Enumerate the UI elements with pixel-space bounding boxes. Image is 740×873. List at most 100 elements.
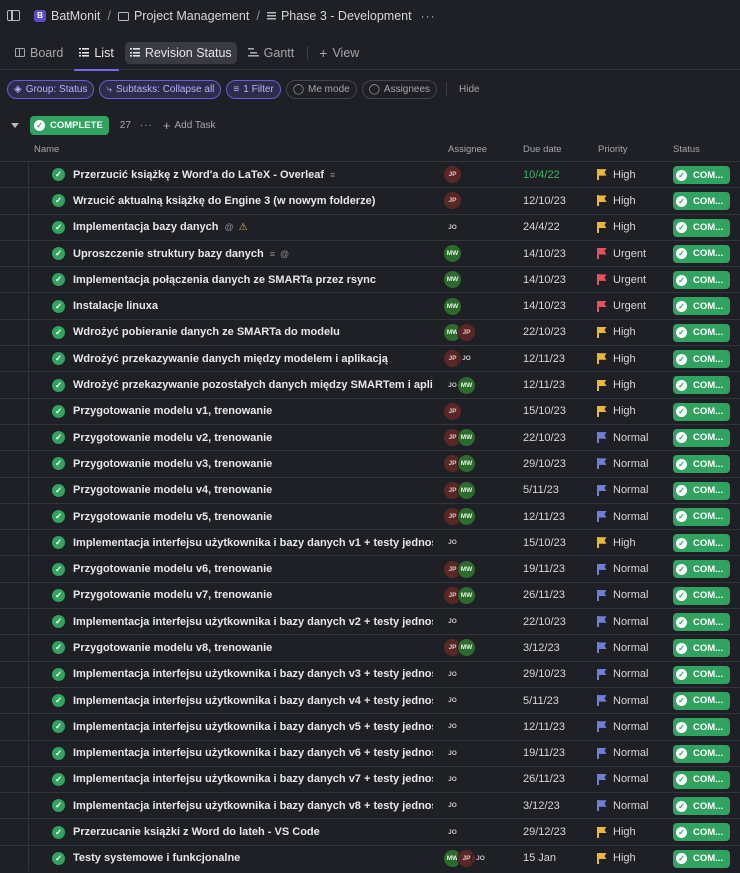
task-status-check-icon[interactable]: ✓: [52, 247, 65, 261]
status-badge[interactable]: ✓ COM...: [673, 665, 730, 684]
task-name[interactable]: Przerzucić książkę z Word'a do LaTeX - O…: [73, 169, 324, 181]
breadcrumb-folder[interactable]: Project Management: [117, 9, 249, 23]
add-task-button[interactable]: + Add Task: [163, 118, 216, 133]
priority-cell[interactable]: Normal: [597, 767, 648, 792]
due-date[interactable]: 22/10/23: [523, 320, 566, 345]
me-mode-button[interactable]: ◯ Me mode: [285, 79, 357, 99]
priority-cell[interactable]: Urgent: [597, 293, 646, 318]
table-row[interactable]: ✓ Implementacja połączenia danych ze SMA…: [0, 266, 740, 293]
table-row[interactable]: ✓ Wdrożyć pobieranie danych ze SMARTa do…: [0, 318, 740, 346]
task-name[interactable]: Przygotowanie modelu v8, trenowanie: [73, 642, 272, 654]
due-date[interactable]: 3/12/23: [523, 635, 560, 660]
priority-cell[interactable]: Normal: [597, 662, 648, 687]
table-row[interactable]: ✓ Przygotowanie modelu v7, trenowanie JP…: [0, 581, 740, 609]
priority-cell[interactable]: High: [597, 846, 636, 871]
priority-cell[interactable]: High: [597, 399, 636, 424]
avatar[interactable]: JO: [443, 769, 462, 789]
table-row[interactable]: ✓ Implementacja interfejsu użytkownika i…: [0, 792, 740, 819]
tab-revision-status[interactable]: Revision Status: [124, 41, 237, 64]
table-row[interactable]: ✓ Wrzucić aktualną książkę do Engine 3 (…: [0, 187, 740, 214]
status-badge[interactable]: ✓ COM...: [673, 192, 730, 211]
task-status-check-icon[interactable]: ✓: [52, 431, 65, 445]
task-name[interactable]: Wdrożyć pobieranie danych ze SMARTa do m…: [73, 326, 340, 338]
task-name[interactable]: Implementacja interfejsu użytkownika i b…: [73, 721, 433, 733]
table-row[interactable]: ✓ Uproszczenie struktury bazy danych ≡ @ …: [0, 239, 740, 267]
table-row[interactable]: ✓ Przerzucanie książki z Word do lateh -…: [0, 818, 740, 845]
assignee-cell[interactable]: JP MW: [443, 451, 476, 476]
task-name[interactable]: Testy systemowe i funkcjonalne: [73, 852, 240, 864]
assignee-cell[interactable]: JP: [443, 188, 462, 213]
task-name[interactable]: Przygotowanie modelu v1, trenowanie: [73, 405, 272, 417]
avatar[interactable]: JO: [443, 717, 462, 737]
due-date[interactable]: 15 Jan: [523, 846, 556, 871]
filter-button[interactable]: ≡ 1 Filter: [226, 79, 281, 99]
avatar[interactable]: JO: [443, 664, 462, 684]
assignee-cell[interactable]: JO: [443, 662, 462, 687]
task-status-check-icon[interactable]: ✓: [52, 273, 65, 287]
priority-cell[interactable]: Normal: [597, 714, 648, 739]
task-name[interactable]: Implementacja interfejsu użytkownika i b…: [73, 668, 433, 680]
task-name[interactable]: Implementacja połączenia danych ze SMART…: [73, 274, 376, 286]
task-status-check-icon[interactable]: ✓: [52, 694, 65, 708]
assignee-cell[interactable]: JO: [443, 714, 462, 739]
priority-cell[interactable]: Urgent: [597, 267, 646, 292]
column-priority[interactable]: Priority: [598, 144, 628, 155]
assignee-cell[interactable]: JO: [443, 767, 462, 792]
assignee-cell[interactable]: MW: [443, 267, 462, 292]
task-status-check-icon[interactable]: ✓: [52, 799, 65, 813]
sidebar-toggle-icon[interactable]: [7, 10, 20, 21]
status-badge[interactable]: ✓ COM...: [673, 218, 730, 237]
assignee-cell[interactable]: JO: [443, 793, 462, 818]
add-view-button[interactable]: + View: [314, 42, 364, 64]
task-name[interactable]: Przygotowanie modelu v3, trenowanie: [73, 458, 272, 470]
table-row[interactable]: ✓ Implementacja interfejsu użytkownika i…: [0, 660, 740, 687]
avatar[interactable]: JP: [457, 322, 476, 342]
due-date[interactable]: 19/11/23: [523, 556, 565, 581]
avatar[interactable]: MW: [443, 270, 462, 290]
status-badge[interactable]: ✓ COM...: [673, 639, 730, 658]
column-status[interactable]: Status: [673, 144, 700, 155]
priority-cell[interactable]: Normal: [597, 478, 648, 503]
table-row[interactable]: ✓ Przygotowanie modelu v1, trenowanie JP…: [0, 397, 740, 424]
priority-cell[interactable]: Normal: [597, 635, 648, 660]
due-date[interactable]: 14/10/23: [523, 267, 566, 292]
assignee-cell[interactable]: MW JP: [443, 320, 476, 345]
avatar[interactable]: JO: [471, 848, 490, 868]
avatar[interactable]: JO: [443, 796, 462, 816]
assignee-cell[interactable]: JO MW: [443, 372, 476, 397]
status-badge[interactable]: ✓ COM...: [673, 297, 730, 316]
due-date[interactable]: 12/11/23: [523, 346, 565, 371]
assignee-cell[interactable]: JP MW: [443, 556, 476, 581]
task-status-check-icon[interactable]: ✓: [52, 299, 65, 313]
status-badge[interactable]: ✓ COM...: [673, 455, 730, 474]
task-status-check-icon[interactable]: ✓: [52, 667, 65, 681]
more-options-icon[interactable]: ···: [421, 9, 436, 23]
task-status-check-icon[interactable]: ✓: [52, 615, 65, 629]
task-name[interactable]: Uproszczenie struktury bazy danych: [73, 248, 264, 260]
status-badge[interactable]: ✓ COM...: [673, 244, 730, 263]
priority-cell[interactable]: Normal: [597, 556, 648, 581]
priority-cell[interactable]: Normal: [597, 741, 648, 766]
task-name[interactable]: Przygotowanie modelu v7, trenowanie: [73, 589, 272, 601]
due-date[interactable]: 12/10/23: [523, 188, 566, 213]
table-row[interactable]: ✓ Implementacja interfejsu użytkownika i…: [0, 529, 740, 556]
status-badge[interactable]: ✓ COM...: [673, 560, 730, 579]
due-date[interactable]: 12/11/23: [523, 372, 565, 397]
due-date[interactable]: 29/10/23: [523, 662, 566, 687]
status-badge[interactable]: ✓ COM...: [673, 166, 730, 184]
collapse-caret-icon[interactable]: [11, 122, 19, 128]
assignees-button[interactable]: ◯ Assignees: [361, 79, 438, 99]
assignee-cell[interactable]: MW: [443, 293, 462, 318]
status-badge[interactable]: ✓ COM...: [673, 428, 730, 447]
task-status-check-icon[interactable]: ✓: [52, 325, 65, 339]
assignee-cell[interactable]: JP MW: [443, 478, 476, 503]
avatar[interactable]: MW: [457, 585, 476, 605]
avatar[interactable]: JO: [443, 691, 462, 711]
avatar[interactable]: MW: [443, 296, 462, 316]
due-date[interactable]: 22/10/23: [523, 609, 566, 634]
status-badge[interactable]: ✓ COM...: [673, 323, 730, 342]
priority-cell[interactable]: High: [597, 372, 636, 397]
status-badge[interactable]: ✓ COM...: [673, 744, 730, 763]
due-date[interactable]: 14/10/23: [523, 241, 566, 266]
avatar[interactable]: JP: [443, 401, 462, 421]
